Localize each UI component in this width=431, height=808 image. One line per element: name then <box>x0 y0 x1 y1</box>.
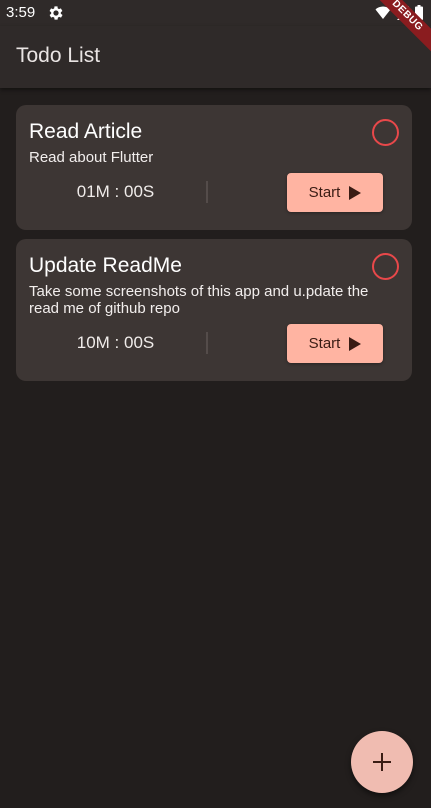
add-todo-button[interactable] <box>351 731 413 793</box>
timer-display: 10M : 00S <box>76 333 155 352</box>
complete-toggle[interactable] <box>372 119 399 146</box>
todo-card[interactable]: Read Article Read about Flutter 01M : 00… <box>16 105 412 230</box>
status-bar: 3:59 <box>0 0 431 26</box>
timer-display: 01M : 00S <box>76 182 155 201</box>
todo-description: Read about Flutter <box>29 149 154 166</box>
start-button-label: Start <box>308 335 341 352</box>
vertical-divider <box>206 332 208 354</box>
start-button[interactable]: Start <box>287 324 383 363</box>
play-icon <box>349 336 362 351</box>
start-button[interactable]: Start <box>287 173 383 212</box>
start-button-label: Start <box>308 184 341 201</box>
status-time: 3:59 <box>6 4 36 21</box>
todo-description: Take some screenshots of this app and u.… <box>29 283 369 317</box>
timer-row: 10M : 00S Start <box>29 323 399 363</box>
todo-title: Update ReadMe <box>29 254 182 277</box>
plus-icon <box>373 753 391 771</box>
todo-title: Read Article <box>29 120 143 143</box>
vertical-divider <box>206 181 208 203</box>
app-bar: Todo List <box>0 26 431 88</box>
todo-card[interactable]: Update ReadMe Take some screenshots of t… <box>16 239 412 381</box>
play-icon <box>349 185 362 200</box>
settings-gear-icon <box>49 6 63 20</box>
complete-toggle[interactable] <box>372 253 399 280</box>
timer-row: 01M : 00S Start <box>29 172 399 212</box>
page-title: Todo List <box>16 44 101 67</box>
todo-list: Read Article Read about Flutter 01M : 00… <box>16 105 412 390</box>
